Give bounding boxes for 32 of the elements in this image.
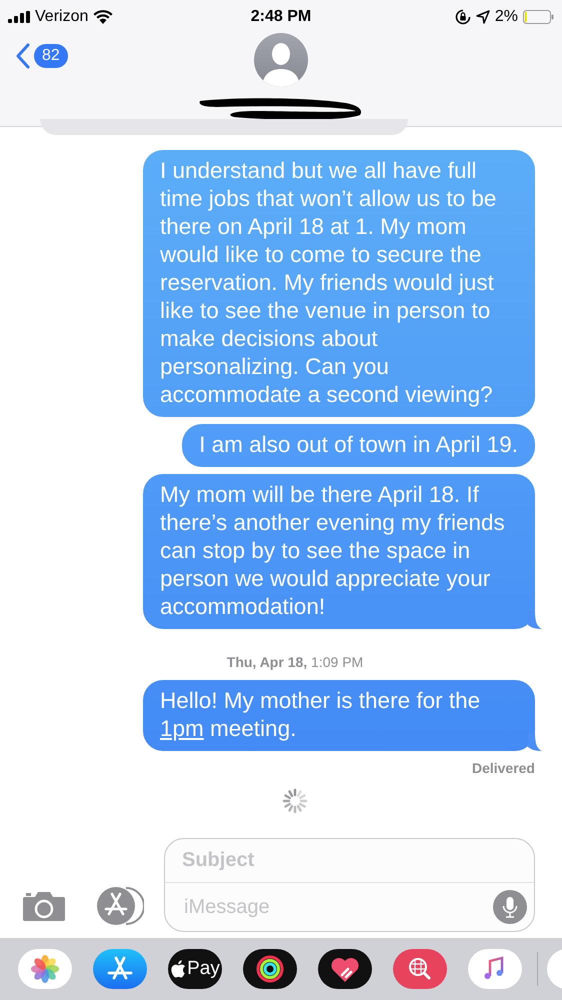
clock-time: 2:48 PM [250, 8, 312, 26]
message-timestamp: Thu, Apr 18, 1:09 PM [226, 654, 364, 670]
camera-icon[interactable] [22, 890, 66, 922]
web-search-icon[interactable] [393, 949, 447, 989]
apple-pay-app[interactable]: Pay [168, 949, 222, 989]
message-composer-field[interactable]: Subject iMessage [164, 838, 535, 932]
location-icon [476, 10, 490, 24]
apple-logo-icon [170, 960, 186, 978]
photos-app-icon[interactable] [18, 949, 72, 989]
loading-spinner [281, 787, 309, 815]
activity-rings-icon[interactable] [243, 949, 297, 989]
message-link[interactable]: 1pm [160, 716, 204, 741]
heart-sticker-icon[interactable] [318, 949, 372, 989]
battery-percent: 2% [494, 8, 518, 26]
message-text: I understand but we all have full time jobs that won’t allow us to be there on April 18 at 1. My mom would like to come to secure the reservation. My friends would just like to see the venue in person to make decisions about personalizing. Can you accommodate a second viewing? [160, 158, 496, 407]
subject-field[interactable]: Subject [165, 839, 534, 883]
app-store-app-icon[interactable] [93, 949, 147, 989]
microphone-icon[interactable] [493, 890, 527, 924]
message-text: I am also out of town in April 19. [199, 432, 518, 457]
signal-icon [8, 11, 30, 23]
back-chevron-icon[interactable] [16, 43, 30, 69]
avatar-icon[interactable] [254, 33, 308, 87]
message-field[interactable]: iMessage [182, 894, 493, 920]
carrier-name: Verizon [35, 8, 88, 26]
wifi-icon [93, 10, 114, 24]
message-text: My mom will be there April 18. If there’s another evening my friends can stop by to see the space in person we would appreciate your accommodation! [160, 482, 505, 619]
music-app-icon[interactable] [468, 949, 522, 989]
delivery-status: Delivered [472, 760, 535, 776]
rotation-lock-icon [454, 9, 471, 25]
battery-icon [523, 10, 554, 24]
app-store-icon[interactable] [96, 886, 144, 926]
message-text: Hello! My mother is there for the 1pm meeting. [160, 688, 480, 741]
